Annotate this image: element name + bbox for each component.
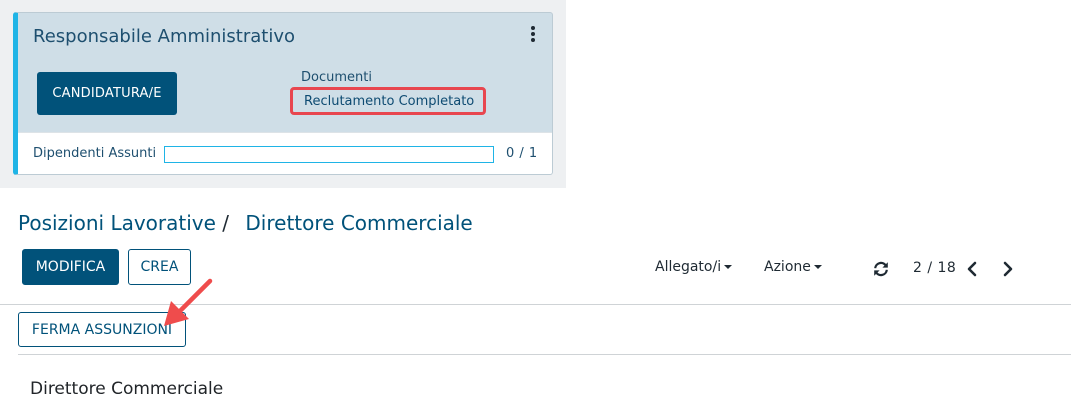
kebab-menu-icon[interactable] — [530, 26, 536, 42]
action-dropdown[interactable]: Azione — [764, 259, 822, 275]
sheet-title: Direttore Commerciale — [30, 379, 224, 399]
job-position-card[interactable]: Responsabile Amministrativo CANDIDATURA/… — [13, 12, 553, 175]
action-label: Azione — [764, 259, 811, 275]
recruitment-completed-link[interactable]: Reclutamento Completato — [304, 94, 474, 109]
card-title: Responsabile Amministrativo — [33, 26, 296, 47]
breadcrumb-current: Direttore Commerciale — [245, 211, 473, 235]
breadcrumb-parent-link[interactable]: Posizioni Lavorative — [18, 211, 216, 235]
edit-button[interactable]: MODIFICA — [22, 249, 119, 285]
attachments-dropdown[interactable]: Allegato/i — [655, 259, 733, 275]
candidature-button[interactable]: CANDIDATURA/E — [37, 72, 177, 115]
hired-progress-bar — [164, 146, 494, 163]
highlight-box: Reclutamento Completato — [290, 87, 486, 115]
caret-down-icon — [813, 265, 822, 269]
statusbar-divider — [18, 354, 1071, 355]
card-footer: Dipendenti Assunti 0 / 1 — [18, 132, 552, 174]
chevron-right-icon[interactable] — [1001, 260, 1015, 278]
caret-down-icon — [724, 265, 733, 269]
attachments-label: Allegato/i — [655, 259, 722, 275]
chevron-left-icon[interactable] — [965, 260, 979, 278]
hired-employees-label: Dipendenti Assunti — [33, 146, 157, 161]
hired-count: 0 / 1 — [506, 146, 538, 161]
kanban-card-zone: Responsabile Amministrativo CANDIDATURA/… — [0, 0, 566, 188]
refresh-icon[interactable] — [872, 260, 890, 278]
documents-link[interactable]: Documenti — [301, 70, 372, 85]
pager-value[interactable]: 2 / 18 — [913, 260, 956, 276]
annotation-arrow-icon — [164, 278, 213, 326]
breadcrumb: Posizioni Lavorative / Direttore Commerc… — [18, 211, 473, 235]
breadcrumb-separator: / — [222, 211, 230, 235]
